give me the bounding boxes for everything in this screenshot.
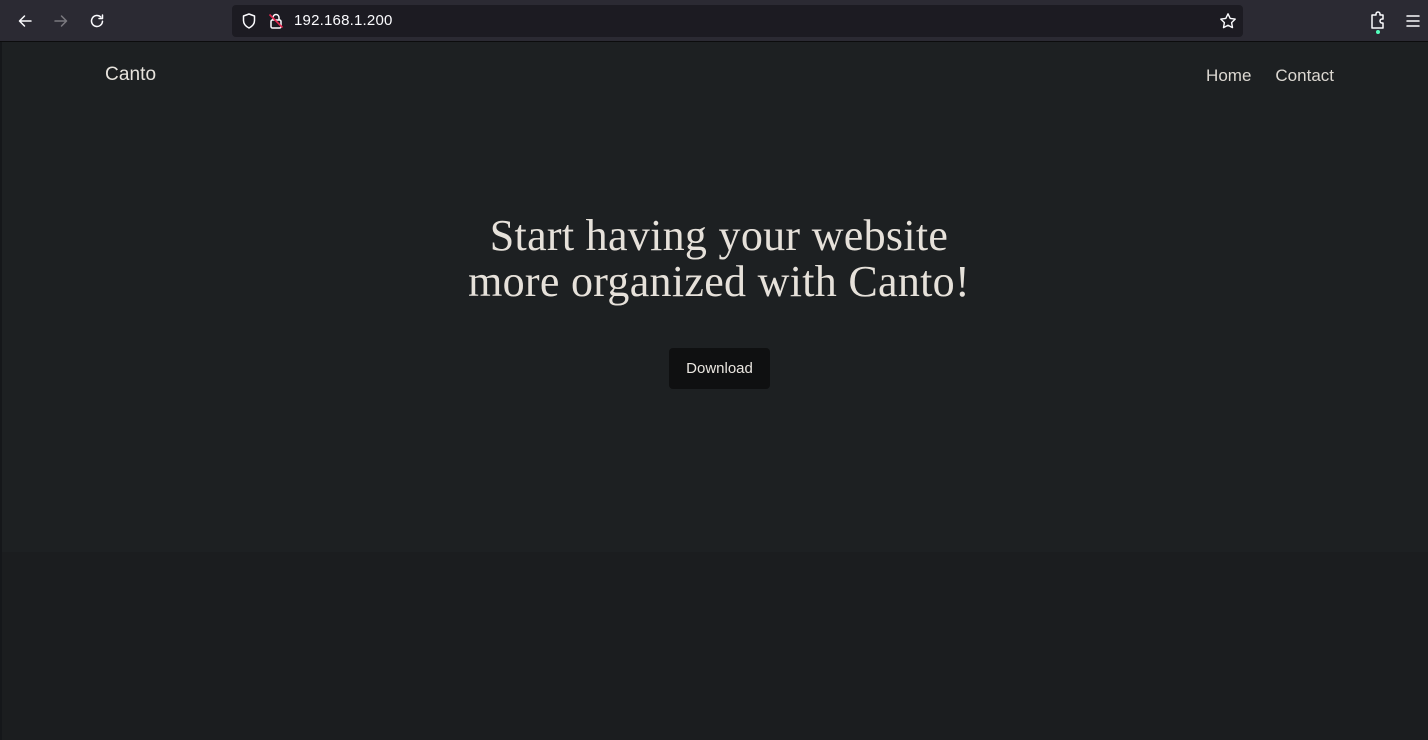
forward-arrow-icon[interactable] bbox=[47, 7, 75, 35]
back-arrow-icon[interactable] bbox=[11, 7, 39, 35]
url-bar[interactable]: 192.168.1.200 bbox=[232, 5, 1243, 37]
hero-section: Canto Home Contact Start having your web… bbox=[0, 42, 1428, 552]
star-icon[interactable] bbox=[1219, 12, 1237, 30]
nav-link-contact[interactable]: Contact bbox=[1275, 66, 1334, 86]
nav-link-home[interactable]: Home bbox=[1206, 66, 1251, 86]
download-button[interactable]: Download bbox=[669, 348, 770, 389]
page-content: Canto Home Contact Start having your web… bbox=[0, 42, 1428, 740]
url-text[interactable]: 192.168.1.200 bbox=[294, 5, 393, 37]
page-left-edge bbox=[0, 42, 2, 740]
brand-logo[interactable]: Canto bbox=[105, 64, 156, 86]
hamburger-menu-icon[interactable] bbox=[1404, 12, 1422, 30]
shield-icon[interactable] bbox=[240, 12, 258, 30]
reload-icon[interactable] bbox=[83, 7, 111, 35]
hero-headline-line-1: Start having your website bbox=[489, 211, 949, 260]
site-nav: Home Contact bbox=[1206, 66, 1334, 86]
extension-indicator-dot bbox=[1376, 30, 1380, 34]
browser-toolbar: 192.168.1.200 bbox=[0, 0, 1428, 42]
lock-warning-icon[interactable] bbox=[267, 12, 285, 30]
hero-headline-line-2: more organized with Canto! bbox=[468, 257, 970, 306]
hero-headline: Start having your website more organized… bbox=[0, 213, 1428, 305]
